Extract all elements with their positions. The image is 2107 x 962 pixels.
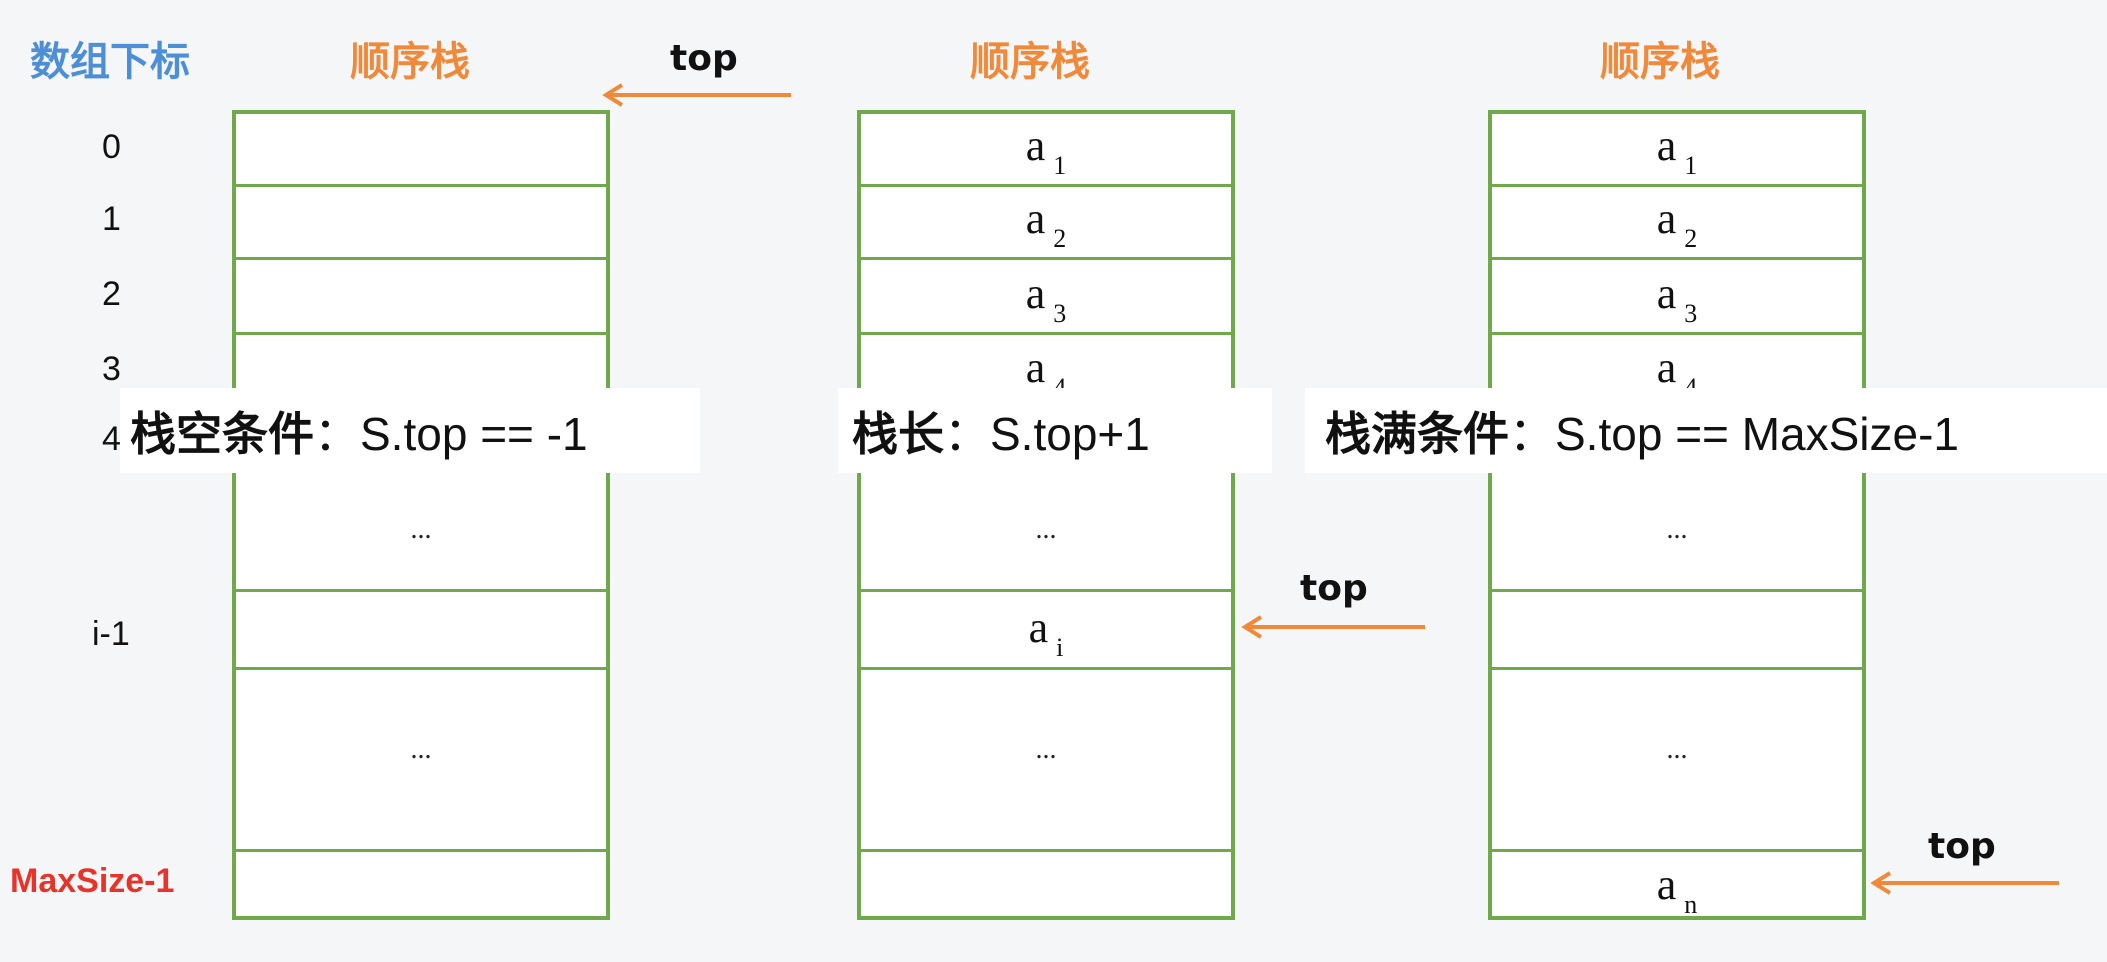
stack-element-a1: a1 [1656,121,1698,180]
index-0: 0 [102,128,121,166]
ellipsis-cell: ... [410,514,432,545]
stack-element-a1: a1 [1025,121,1067,180]
ellipsis-cell: ... [410,734,432,765]
empty-condition-label: 栈空条件 [130,406,314,461]
stack-full-title: 顺序栈 [1600,39,1720,85]
top-pointer-label-empty: top [670,38,738,79]
index-column-title: 数组下标 [30,39,190,85]
top-pointer-label-partial: top [1300,568,1368,609]
length-label: 栈长 [852,406,944,461]
ellipsis-cell: ... [1035,734,1057,765]
index-3: 3 [102,350,121,388]
stack-element-a3: a3 [1656,269,1698,328]
index-i-minus-1: i-1 [92,615,130,653]
stack-element-a3: a3 [1025,269,1067,328]
index-2: 2 [102,275,121,313]
full-condition-formula: ：S.top == MaxSize-1 [1509,407,1959,460]
index-4: 4 [102,420,121,458]
top-pointer-label-full: top [1928,826,1996,867]
length-banner: 栈长 ：S.top+1 [838,388,1272,473]
stack-element-ai: ai [1028,603,1064,662]
ellipsis-cell: ... [1035,514,1057,545]
full-condition-banner: 栈满条件 ：S.top == MaxSize-1 [1305,388,2107,473]
stack-empty: ... ... [232,110,610,920]
top-pointer-arrow-empty [602,83,791,107]
stack-empty-title: 顺序栈 [350,39,470,85]
ellipsis-cell: ... [1666,734,1688,765]
ellipsis-cell: ... [1666,514,1688,545]
stack-element-an: an [1656,860,1698,919]
stack-partial: a1 a2 a3 a4 ... ai ... [857,110,1235,920]
empty-condition-formula: ：S.top == -1 [314,407,588,460]
full-condition-label: 栈满条件 [1325,406,1509,461]
index-maxsize-minus-1: MaxSize-1 [10,862,175,900]
top-pointer-arrow-partial [1241,615,1425,639]
stack-length-title: 顺序栈 [970,39,1090,85]
empty-condition-banner: 栈空条件 ：S.top == -1 [120,388,700,473]
index-1: 1 [102,200,121,238]
stack-element-a2: a2 [1656,194,1698,253]
stack-full: a1 a2 a3 a4 ... ... an [1488,110,1866,920]
length-formula: ：S.top+1 [944,407,1150,460]
stack-element-a2: a2 [1025,194,1067,253]
top-pointer-arrow-full [1870,871,2059,895]
